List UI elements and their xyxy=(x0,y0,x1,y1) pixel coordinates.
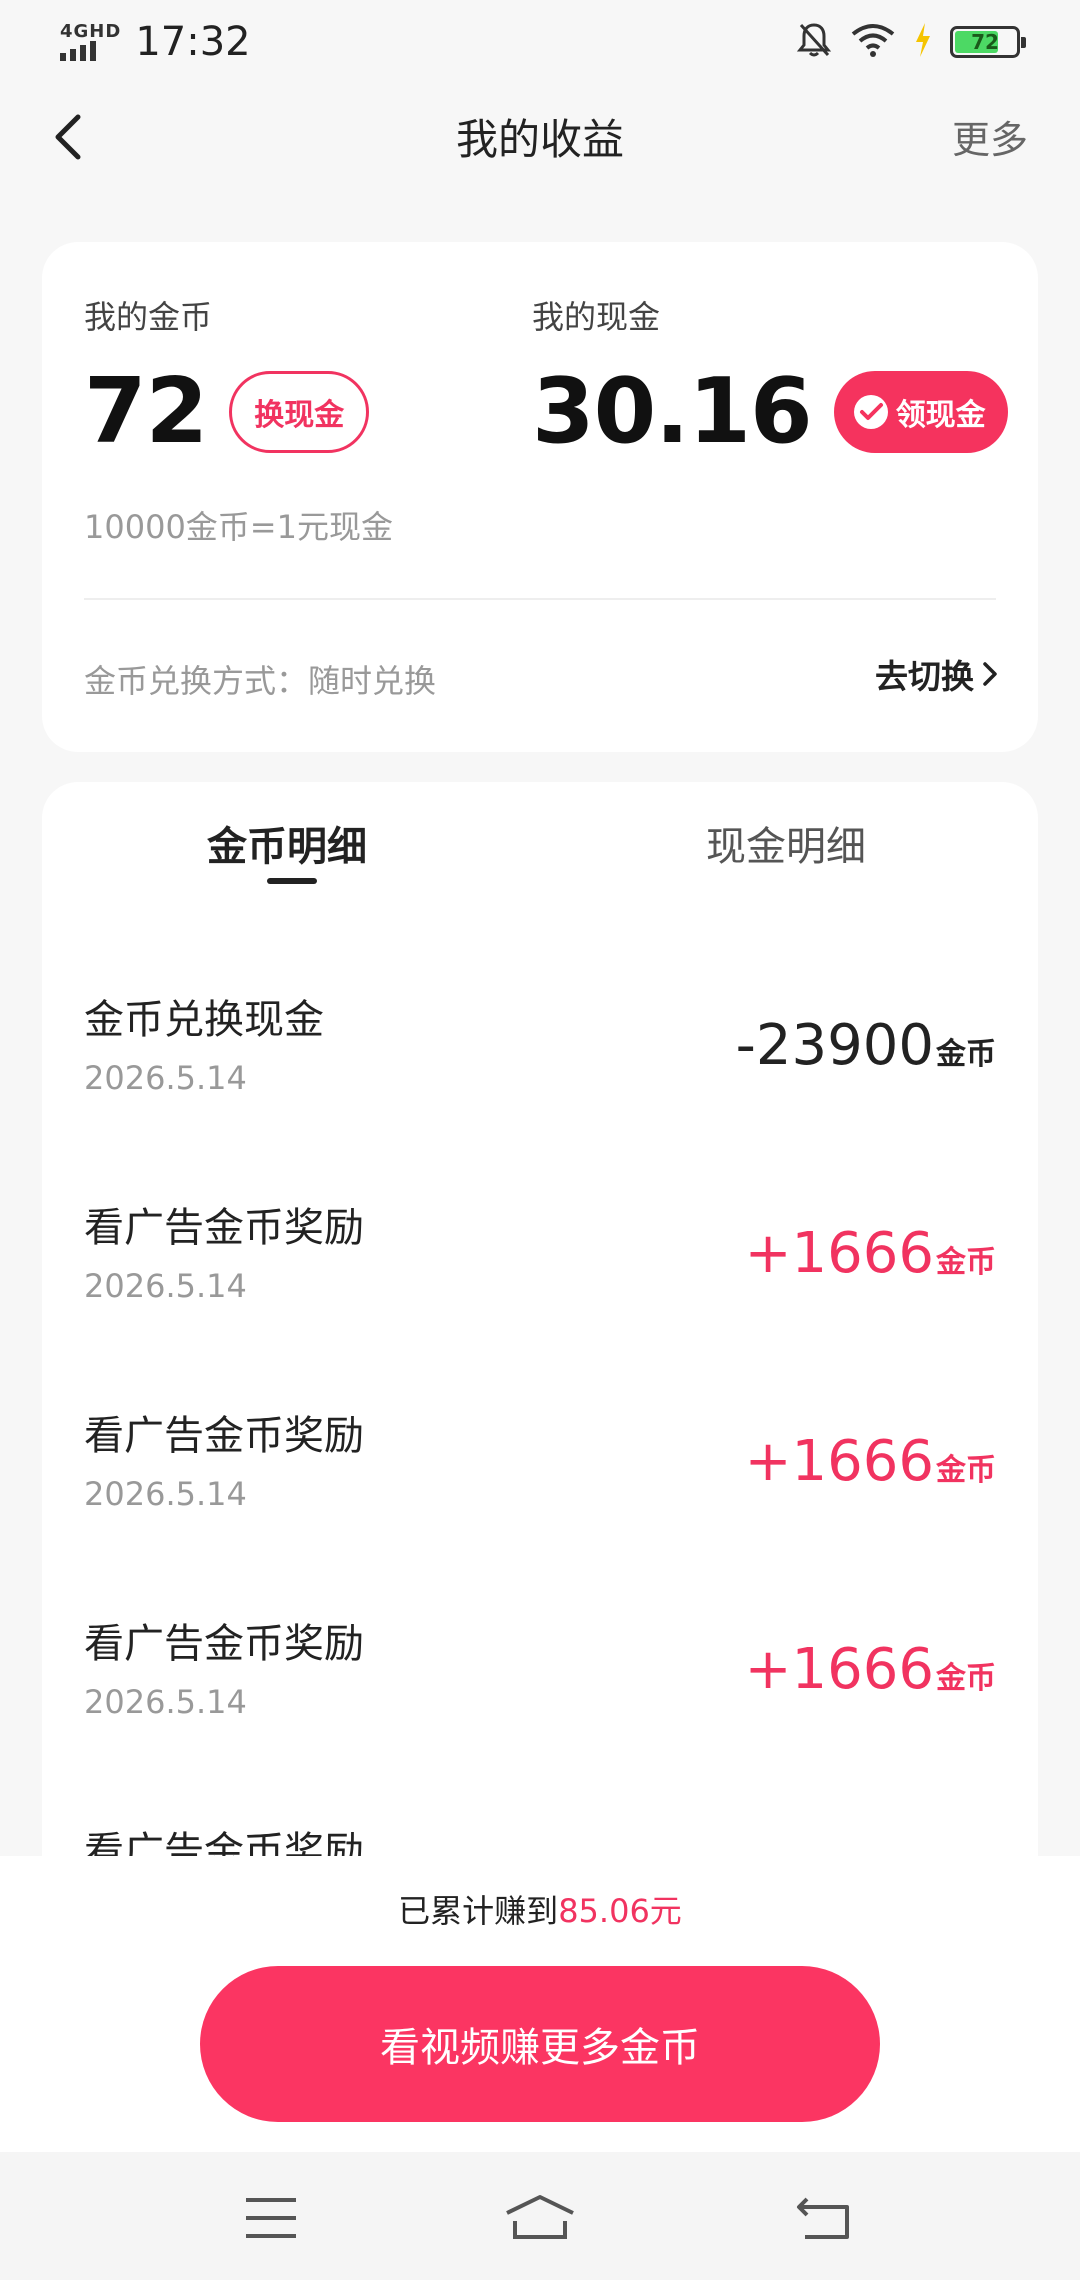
mute-bell-icon xyxy=(796,21,832,63)
record-title: 看广告金币奖励 xyxy=(84,1205,364,1251)
total-earnings-value: 85.06元 xyxy=(558,1892,682,1930)
withdraw-cash-button[interactable]: 领现金 xyxy=(833,371,1008,453)
list-item: 看广告金币奖励 2026.5.14 +1666 金币 xyxy=(42,1403,1038,1611)
charging-bolt-icon xyxy=(914,23,932,61)
back-nav-button[interactable] xyxy=(784,2188,864,2248)
exchange-mode: 金币兑换方式：随时兑换 xyxy=(84,662,437,700)
total-earnings-label: 已累计赚到 xyxy=(398,1892,559,1930)
record-title: 看广告金币奖励 xyxy=(84,1413,364,1459)
record-date: 2026.5.14 xyxy=(84,1267,247,1305)
bottom-panel: 已累计赚到85.06元 看视频赚更多金币 xyxy=(0,1856,1080,2152)
exchange-cash-button[interactable]: 换现金 xyxy=(229,371,370,453)
record-amount-value: +1666 xyxy=(744,1637,934,1702)
divider xyxy=(84,598,996,600)
list-item: 看广告金币奖励 2026.5.14 +1666 金币 xyxy=(42,1611,1038,1819)
record-amount: -23900 金币 xyxy=(736,1013,996,1078)
home-icon xyxy=(506,2195,574,2239)
status-bar: 4GHD 17:32 72 xyxy=(0,0,1080,84)
record-amount-unit: 金币 xyxy=(936,1453,996,1488)
home-button[interactable] xyxy=(500,2188,580,2248)
menu-icon xyxy=(246,2198,296,2238)
coins-label: 我的金币 xyxy=(84,298,213,336)
record-amount-value: +1666 xyxy=(744,1221,934,1286)
more-button[interactable]: 更多 xyxy=(952,109,1028,164)
cash-section: 我的现金 30.16 领现金 xyxy=(532,292,1008,460)
list-item: 金币兑换现金 2026.5.14 -23900 金币 xyxy=(42,987,1038,1195)
return-icon xyxy=(797,2197,849,2239)
chevron-right-icon xyxy=(983,662,997,686)
chevron-left-icon xyxy=(55,114,81,160)
detail-tabs: 金币明细 现金明细 xyxy=(42,782,1038,902)
record-amount: +1666 金币 xyxy=(745,1221,996,1286)
switch-exchange-label: 去切换 xyxy=(875,657,974,696)
record-amount-unit: 金币 xyxy=(936,1037,996,1072)
switch-exchange-link[interactable]: 去切换 xyxy=(875,650,998,698)
record-date: 2026.5.14 xyxy=(84,1683,247,1721)
coins-value: 72 xyxy=(84,359,208,464)
list-item: 看广告金币奖励 2026.5.14 +1666 金币 xyxy=(42,1195,1038,1403)
exchange-rate: 10000金币=1元现金 xyxy=(84,508,393,546)
record-title: 金币兑换现金 xyxy=(84,997,324,1043)
coins-section: 我的金币 72 换现金 xyxy=(84,292,370,464)
back-button[interactable] xyxy=(52,112,102,162)
record-amount: +1666 金币 xyxy=(745,1637,996,1702)
network-type: 4GHD xyxy=(60,21,122,42)
record-amount-value: -23900 xyxy=(735,1013,934,1078)
wifi-icon xyxy=(850,22,896,62)
cash-value: 30.16 xyxy=(532,359,813,464)
system-nav-bar xyxy=(0,2152,1080,2280)
status-time: 17:32 xyxy=(135,19,251,65)
record-amount-unit: 金币 xyxy=(936,1245,996,1280)
menu-button[interactable] xyxy=(231,2188,311,2248)
battery-level: 72 xyxy=(971,30,999,54)
balance-card: 我的金币 72 换现金 我的现金 30.16 领现金 10000金币=1元现金 … xyxy=(42,242,1038,752)
record-date: 2026.5.14 xyxy=(84,1475,247,1513)
record-amount-unit: 金币 xyxy=(936,1661,996,1696)
watch-video-button[interactable]: 看视频赚更多金币 xyxy=(200,1966,880,2122)
signal-bars-icon xyxy=(60,41,96,61)
records-card: 金币明细 现金明细 金币兑换现金 2026.5.14 -23900 金币 看广告… xyxy=(42,782,1038,1882)
active-tab-indicator xyxy=(267,878,317,884)
page-title: 我的收益 xyxy=(455,114,624,164)
battery-icon: 72 xyxy=(950,26,1026,58)
tab-coins-detail[interactable]: 金币明细 xyxy=(207,814,367,872)
signal-indicator: 4GHD xyxy=(60,23,121,61)
withdraw-cash-label: 领现金 xyxy=(895,398,986,433)
cash-label: 我的现金 xyxy=(532,298,661,336)
record-title: 看广告金币奖励 xyxy=(84,1621,364,1667)
header: 我的收益 更多 xyxy=(0,84,1080,188)
record-date: 2026.5.14 xyxy=(84,1059,247,1097)
total-earnings: 已累计赚到85.06元 xyxy=(0,1886,1080,1932)
record-amount-value: +1666 xyxy=(744,1429,934,1494)
record-amount: +1666 金币 xyxy=(745,1429,996,1494)
tab-cash-detail[interactable]: 现金明细 xyxy=(706,814,866,872)
wechat-pay-icon xyxy=(853,395,888,429)
